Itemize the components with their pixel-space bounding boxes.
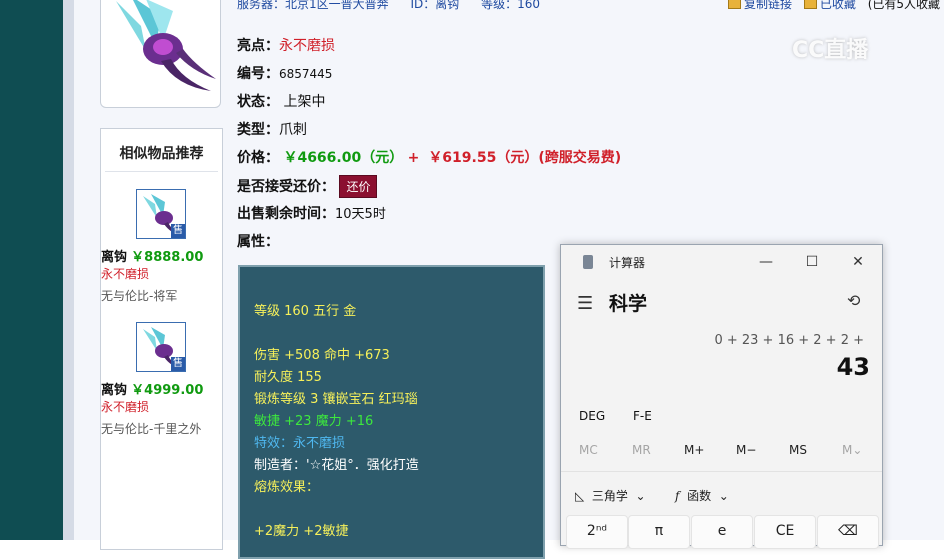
stream-watermark: CC直播 (792, 38, 869, 63)
stat-smelt-title: 熔炼效果： (254, 480, 320, 495)
similar-item-name: 离钩 (101, 250, 128, 265)
close-button[interactable]: ✕ (843, 251, 873, 273)
mc-button[interactable]: MC (579, 443, 598, 457)
pi-key[interactable]: π (628, 515, 690, 549)
item-stats-box: 等级 160 五行 金 伤害 +508 命中 +673 耐久度 155 锻炼等级… (238, 265, 545, 559)
stat-damage: 伤害 +508 命中 +673 (254, 348, 390, 363)
mplus-button[interactable]: M+ (684, 443, 704, 457)
seller-info-row: 服务器：北京1区一普大普奔 ID：离钩 等级：160 (237, 0, 558, 12)
similar-item-thumb[interactable]: 售 (136, 322, 186, 372)
favorite-count: (已有5人收藏 (867, 0, 941, 11)
calculator-app-icon (583, 255, 593, 269)
sale-tag: 售 (171, 357, 185, 371)
highlight-value: 永不磨损 (279, 38, 335, 54)
bargain-button[interactable]: 还价 (339, 175, 378, 198)
type-row: 类型：爪刺 (237, 122, 307, 138)
ms-button[interactable]: MS (789, 443, 807, 457)
deg-button[interactable]: DEG (579, 409, 605, 423)
similar-item-price-row: 离钩 ￥4999.00 (101, 379, 222, 398)
status-value: 上架中 (283, 94, 326, 110)
divider (561, 471, 882, 472)
ce-key[interactable]: CE (754, 515, 816, 549)
seller-id-text: ID：离钩 (410, 0, 460, 11)
left-sidebar-bar (0, 0, 63, 540)
calculator-expression: 0 + 23 + 16 + 2 + 2 + (714, 333, 864, 348)
sale-tag: 售 (171, 224, 185, 238)
menu-icon[interactable]: ☰ (577, 293, 593, 314)
top-links: 复制链接 已收藏 (已有5人收藏 (728, 0, 940, 12)
similar-item-name: 离钩 (101, 383, 128, 398)
copy-link-button[interactable]: 复制链接 (728, 0, 792, 11)
e-key[interactable]: e (691, 515, 753, 549)
number-value: 6857445 (279, 67, 333, 81)
function-icon: f (675, 489, 680, 503)
price-fee: ￥619.55（元）(跨服交易费) (428, 150, 622, 166)
favorite-button[interactable]: 已收藏 (803, 0, 856, 11)
chevron-down-icon: ⌄ (718, 489, 729, 503)
seller-level-text: 等级：160 (481, 0, 540, 11)
similar-item-tag: 永不磨损 (101, 400, 150, 414)
similar-item-price: ￥8888.00 (131, 250, 204, 265)
calculator-title: 计算器 (609, 256, 646, 270)
stat-effect: 特效：永不磨损 (254, 436, 346, 451)
stat-forge: 锻炼等级 3 镶嵌宝石 红玛瑙 (254, 392, 418, 407)
favorite-icon (803, 0, 817, 9)
mminus-button[interactable]: M− (736, 443, 756, 457)
similar-item-server[interactable]: 无与伦比-将军 (101, 287, 222, 304)
attr-row: 属性： (237, 234, 279, 250)
stat-maker: 制造者：'☆花姐°．强化打造 (254, 458, 419, 473)
highlight-row: 亮点：永不磨损 (237, 38, 335, 54)
status-row: 状态： 上架中 (237, 94, 326, 110)
similar-item-price: ￥4999.00 (131, 383, 204, 398)
stat-smelt-value: +2魔力 +2敏捷 (254, 524, 349, 539)
calculator-window: 计算器 — ☐ ✕ ☰ 科学 ⟲ 0 + 23 + 16 + 2 + 2 + 4… (560, 244, 883, 549)
type-value: 爪刺 (279, 122, 307, 138)
claw-item-icon (116, 0, 216, 91)
calculator-titlebar[interactable]: 计算器 — ☐ ✕ (561, 245, 882, 279)
price-main: ￥4666.00（元） (283, 150, 404, 166)
backspace-key[interactable]: ⌫ (817, 515, 879, 549)
left-edge-strip (63, 0, 74, 540)
mv-button[interactable]: M⌄ (842, 443, 862, 457)
trig-dropdown[interactable]: ◺ 三角学 ⌄ (575, 487, 646, 504)
function-dropdown[interactable]: f 函数 ⌄ (675, 487, 729, 504)
stat-durability: 耐久度 155 (254, 370, 322, 385)
time-value: 10天5时 (335, 207, 386, 222)
similar-item-server[interactable]: 无与伦比-千里之外 (101, 420, 222, 437)
stat-level: 等级 160 五行 金 (254, 304, 357, 319)
bargain-row: 是否接受还价： 还价 (237, 175, 378, 198)
calculator-result: 43 (836, 353, 870, 381)
similar-items-title: 相似物品推荐 (105, 129, 218, 172)
item-image (100, 0, 221, 108)
server-text: 服务器：北京1区一普大普奔 (237, 0, 389, 11)
calculator-mode: 科学 (609, 293, 648, 315)
similar-item-thumb[interactable]: 售 (136, 189, 186, 239)
chevron-down-icon: ⌄ (635, 489, 646, 503)
second-key[interactable]: 2ⁿᵈ (566, 515, 628, 549)
similar-item-tag: 永不磨损 (101, 267, 150, 281)
price-row: 价格： ￥4666.00（元） + ￥619.55（元）(跨服交易费) (237, 150, 622, 166)
fe-button[interactable]: F-E (633, 409, 652, 423)
time-row: 出售剩余时间：10天5时 (237, 206, 386, 222)
mr-button[interactable]: MR (632, 443, 651, 457)
triangle-icon: ◺ (575, 489, 585, 503)
copy-icon (728, 0, 741, 9)
history-icon[interactable]: ⟲ (847, 291, 860, 310)
maximize-button[interactable]: ☐ (797, 251, 827, 273)
number-row: 编号：6857445 (237, 66, 333, 82)
similar-items-panel: 相似物品推荐 售 离钩 ￥8888.00 永不磨损 无与伦比-将军 售 离钩 ￥… (100, 128, 223, 550)
minimize-button[interactable]: — (751, 251, 781, 273)
stat-agility: 敏捷 +23 魔力 +16 (254, 414, 374, 429)
similar-item-price-row: 离钩 ￥8888.00 (101, 246, 222, 265)
